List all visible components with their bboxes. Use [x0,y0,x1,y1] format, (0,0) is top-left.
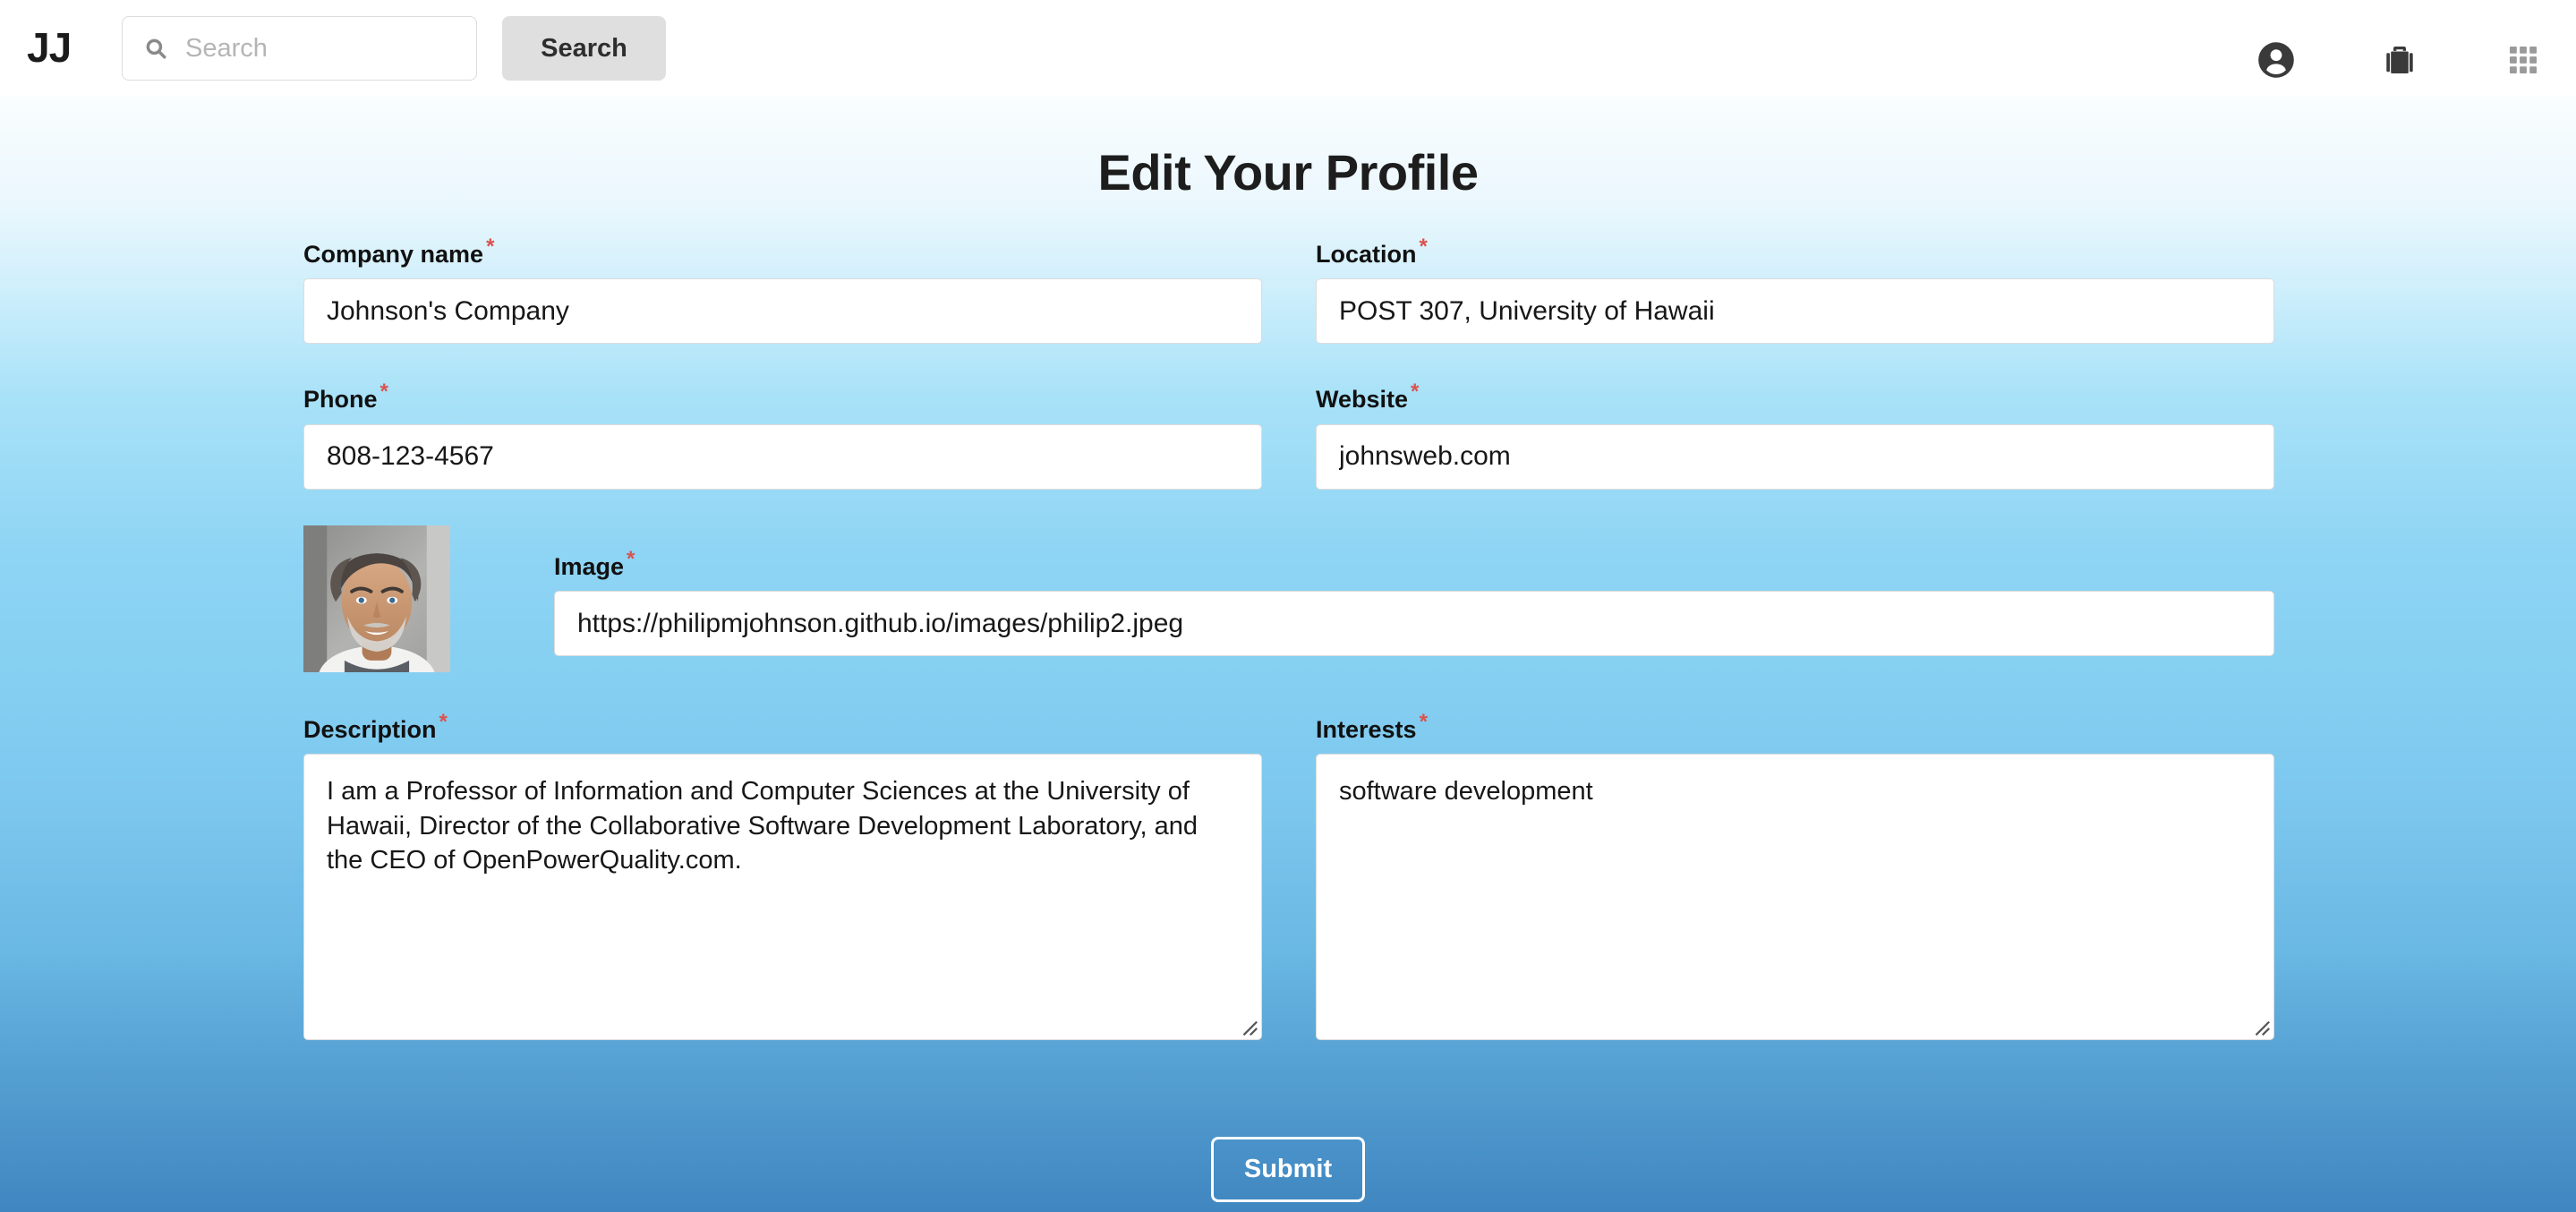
image-label-text: Image [554,552,625,580]
required-asterisk: * [439,709,448,734]
website-label-text: Website [1316,386,1409,414]
image-label: Image * [554,547,635,581]
field-company-name: Company name * [303,235,1262,345]
required-asterisk: * [627,546,635,571]
phone-label-text: Phone [303,386,378,414]
search-field-container[interactable] [122,16,523,81]
field-interests: Interests * software development [1316,710,2274,1041]
app-header: JJ Search [0,0,2576,96]
company-name-label-text: Company name [303,241,484,268]
interests-textarea[interactable]: software development [1316,754,2274,1041]
required-asterisk: * [380,380,388,405]
submit-button[interactable]: Submit [1211,1137,1365,1202]
interests-label-text: Interests [1316,715,1417,743]
submit-row: Submit [0,1137,2576,1202]
interests-textarea-wrap: software development [1316,754,2274,1041]
field-description: Description * I am a Professor of Informa… [303,710,1262,1041]
user-circle-icon[interactable] [2256,39,2297,81]
field-website: Website * [1316,380,2274,490]
required-asterisk: * [1419,235,1428,259]
company-name-input[interactable] [303,278,1262,345]
profile-edit-page: JJ Search Search Edit Your Profile Compa… [0,0,2576,1212]
description-label-text: Description [303,715,437,743]
interests-label: Interests * [1316,710,1428,744]
brand-logo[interactable]: JJ [27,27,72,68]
search-input[interactable] [169,17,523,80]
required-asterisk: * [486,235,495,259]
search-button[interactable]: Search [502,16,666,81]
form-row-1: Company name* Location* [303,235,2274,345]
description-textarea-wrap: I am a Professor of Information and Comp… [303,754,1262,1041]
profile-form: Company name* Location* Phone* Website* [303,235,2274,1076]
required-asterisk: * [1411,380,1420,405]
page-title: Edit Your Profile [1097,144,1479,201]
header-icon-group [2256,39,2544,81]
field-image: Image * [554,525,2274,657]
profile-avatar-preview [303,525,450,672]
website-label: Website * [1316,380,1419,414]
website-input[interactable] [1316,423,2274,490]
description-textarea[interactable]: I am a Professor of Information and Comp… [303,754,1262,1041]
image-url-input[interactable] [554,591,2274,657]
form-row-image: Image * [303,525,2274,672]
form-row-4: Description * I am a Professor of Informa… [303,710,2274,1041]
location-label-text: Location [1316,241,1417,268]
search-icon [142,35,169,62]
description-label: Description * [303,710,448,744]
phone-label: Phone * [303,380,388,414]
briefcase-icon[interactable] [2379,39,2420,81]
field-location: Location * [1316,235,2274,345]
grid-apps-icon[interactable] [2503,39,2544,81]
phone-input[interactable] [303,423,1262,490]
form-row-2: Phone* Website* [303,380,2274,490]
company-name-label: Company name * [303,235,494,269]
location-input[interactable] [1316,278,2274,345]
field-phone: Phone * [303,380,1262,490]
required-asterisk: * [1419,709,1428,734]
location-label: Location * [1316,235,1428,269]
